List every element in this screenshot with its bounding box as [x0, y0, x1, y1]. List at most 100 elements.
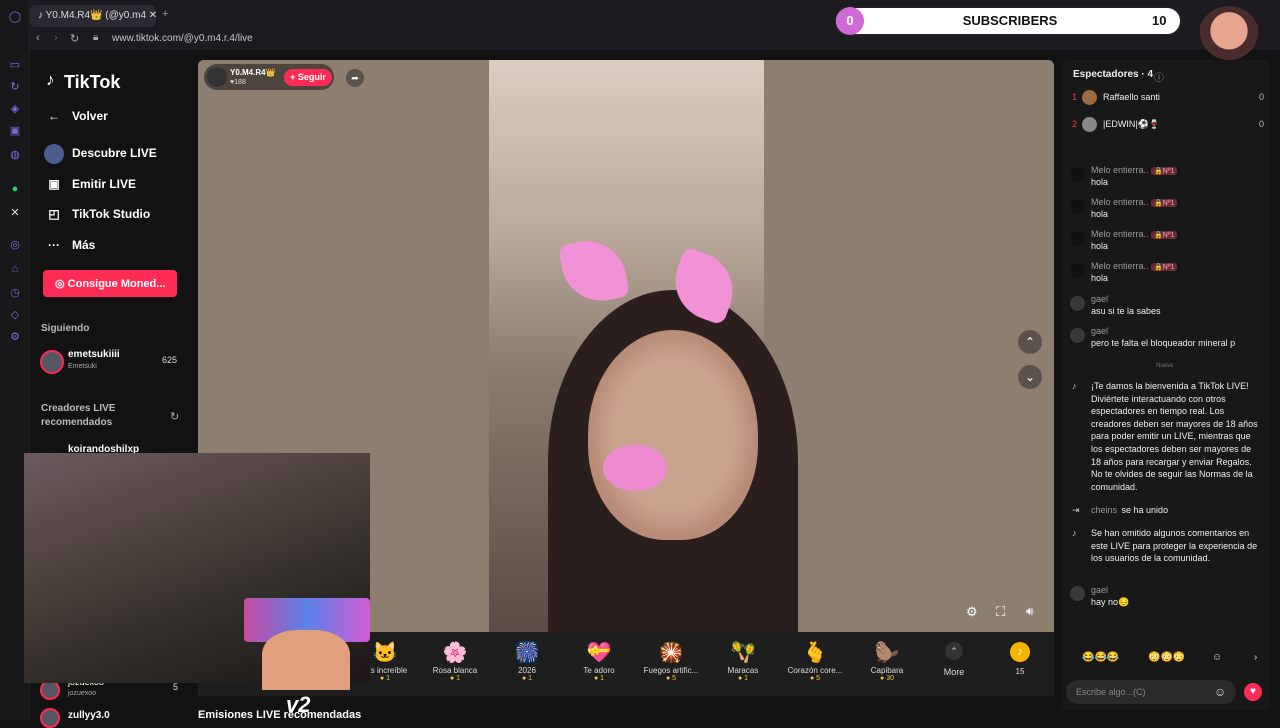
avatar	[1070, 199, 1085, 214]
chat-username[interactable]: gael	[1091, 585, 1108, 595]
cube-icon[interactable]: ◇	[8, 308, 22, 322]
back-icon[interactable]: ‹	[36, 32, 40, 44]
avatar	[40, 680, 60, 700]
recommended-sub: jozuexoo	[68, 690, 97, 697]
emoji-picker-icon[interactable]: ☺	[1214, 685, 1226, 699]
chevron-up-icon[interactable]: ⌃	[1018, 330, 1042, 354]
recommended-lives-heading: Emisiones LIVE recomendadas	[198, 709, 362, 721]
chat-username[interactable]: Melo entierra.. 🔒Nº1	[1091, 261, 1178, 271]
gift-item[interactable]: 💝 Te adoro ● 1	[564, 640, 634, 682]
arrow-left-icon: ←	[48, 109, 60, 123]
history-icon[interactable]: ↻	[8, 80, 22, 94]
like-heart-icon[interactable]: ♥	[1244, 683, 1262, 701]
chat-icon[interactable]: ◎	[8, 238, 22, 252]
chat-username[interactable]: Melo entierra.. 🔒Nº1	[1091, 229, 1178, 239]
tiktok-system-icon: ♪	[1072, 381, 1077, 391]
quick-emoji-button[interactable]: 😳😳😳	[1148, 652, 1185, 663]
mail-icon[interactable]: ▭	[8, 58, 22, 72]
messenger-icon[interactable]: ◍	[8, 148, 22, 162]
gift-item[interactable]: 🫰 Corazón core... ● 5	[780, 640, 850, 682]
pin-icon[interactable]: ⌂	[8, 262, 22, 276]
studio-icon: ◰	[48, 207, 60, 221]
gift-cost: ● 5	[665, 675, 677, 682]
whatsapp-icon[interactable]: ●	[8, 182, 22, 196]
emoji-icon[interactable]: ☺	[1212, 652, 1222, 663]
gift-name: Maracas	[727, 666, 759, 675]
recommended-name[interactable]: zullyy3.0	[68, 710, 110, 721]
back-button[interactable]: ← Volver	[44, 109, 174, 125]
host-avatar[interactable]	[207, 67, 227, 87]
chat-username[interactable]: Melo entierra.. 🔒Nº1	[1091, 165, 1178, 175]
chat-username[interactable]: gael	[1091, 294, 1108, 304]
chevron-up-icon: ⌃	[945, 642, 963, 660]
gift-cost: ● 1	[593, 675, 605, 682]
spectator-row[interactable]: 1 Raffaello santi 0	[1072, 90, 1268, 106]
spectator-row[interactable]: 2 |EDWIN|⚽🍷 0	[1072, 117, 1268, 133]
dog-nose-filter	[603, 445, 667, 491]
sidebar-item-go-live[interactable]: ▣ Emitir LIVE	[44, 177, 184, 193]
forward-icon[interactable]: ›	[54, 32, 58, 44]
refresh-icon[interactable]: ↻	[170, 410, 179, 423]
gift-icon: 🪇	[730, 642, 756, 664]
info-icon[interactable]: ⓘ	[1154, 69, 1164, 84]
tab-tiktok-live[interactable]: ♪ Y0.M4.R4👑 (@y0.m4 ✕	[30, 5, 156, 27]
subscribers-current: 0	[836, 7, 864, 35]
host-name[interactable]: Y0.M4.R4👑	[230, 68, 276, 77]
shopping-icon[interactable]: ◈	[8, 102, 22, 116]
avatar	[1082, 90, 1097, 105]
close-tab-icon[interactable]: ✕	[146, 10, 156, 21]
follow-button[interactable]: + Seguir	[284, 69, 332, 86]
twitch-icon[interactable]: ▣	[8, 124, 22, 138]
gift-item[interactable]: 🎆 2026 ● 1	[492, 640, 562, 682]
chat-message: hay no😔	[1091, 597, 1130, 607]
sidebar-item-more[interactable]: ··· Más	[44, 238, 184, 254]
gift-item[interactable]: 🪇 Maracas ● 1	[708, 640, 778, 682]
rank-badge: 🔒Nº1	[1151, 167, 1178, 175]
sidebar-item-discover-live[interactable]: Descubre LIVE	[44, 144, 184, 164]
gift-item[interactable]: 🌸 Rosa blanca ● 1	[420, 640, 490, 682]
gift-more-button[interactable]: ⌃ More	[934, 640, 974, 677]
following-item[interactable]: emetsukiiii Emetsuki 625	[40, 348, 180, 376]
share-icon[interactable]: ➦	[346, 69, 364, 87]
more-icon: ···	[48, 238, 60, 252]
avatar	[1070, 263, 1085, 278]
gift-name: Capibara	[870, 666, 904, 675]
fullscreen-icon[interactable]: ⛶	[996, 604, 1005, 620]
volume-icon[interactable]: 🔊︎	[1026, 604, 1034, 619]
host-likes: ♥188	[230, 79, 246, 86]
chat-input[interactable]: Escribe algo...(C)	[1066, 680, 1236, 704]
tiktok-system-icon: ♪	[1072, 528, 1077, 538]
lock-icon: 🔒︎	[93, 32, 99, 43]
chevron-down-icon[interactable]: ⌄	[1018, 365, 1042, 389]
stream-subject-face	[588, 330, 758, 540]
gift-name: 2026	[518, 666, 536, 675]
avatar	[1070, 586, 1085, 601]
settings-icon[interactable]: ⚙	[8, 330, 22, 344]
avatar	[1070, 231, 1085, 246]
chat-username[interactable]: Melo entierra.. 🔒Nº1	[1091, 197, 1178, 207]
get-coins-button[interactable]: ◎ Consigue Moned...	[43, 270, 177, 297]
coin-balance[interactable]: ♪ 15	[998, 640, 1042, 676]
join-message: cheins se ha unido	[1091, 505, 1169, 515]
quick-reaction-button[interactable]: 😂😂😂	[1082, 652, 1119, 663]
reload-icon[interactable]: ↻	[70, 32, 79, 45]
avatar	[1070, 296, 1085, 311]
tiktok-logo[interactable]: TikTok	[64, 72, 120, 93]
x-icon[interactable]: ✕	[8, 206, 22, 220]
browser-menu-icon[interactable]: ◯	[8, 10, 22, 24]
avatar	[40, 350, 64, 374]
sidebar-item-studio[interactable]: ◰ TikTok Studio	[44, 207, 184, 223]
tab-title: Y0.M4.R4👑 (@y0.m4	[45, 10, 147, 21]
gift-icon: 💝	[586, 642, 612, 664]
chat-username[interactable]: gael	[1091, 326, 1108, 336]
url-field[interactable]: www.tiktok.com/@y0.m4.r.4/live	[112, 33, 253, 44]
gift-item[interactable]: 🎇 Fuegos artific... ● 5	[636, 640, 706, 682]
gift-item[interactable]: 🦫 Capibara ● 30	[852, 640, 922, 682]
recommended-title: Creadores LIVE recomendados	[41, 403, 116, 428]
stream-background-right	[764, 60, 1054, 632]
settings-icon[interactable]: ⚙	[966, 604, 978, 620]
gift-name: Te adoro	[583, 666, 615, 675]
chevron-right-icon[interactable]: ›	[1254, 652, 1257, 663]
clock-icon[interactable]: ◷	[8, 286, 22, 300]
new-tab-icon[interactable]: +	[162, 8, 168, 20]
